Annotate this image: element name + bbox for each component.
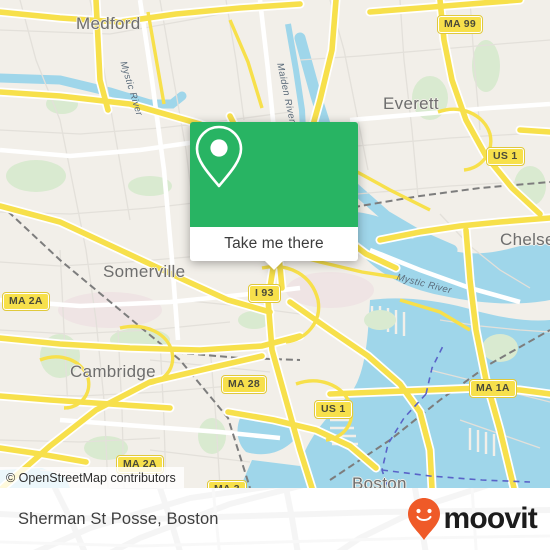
map-pin-icon xyxy=(195,125,243,188)
map-label-everett: Everett xyxy=(383,94,439,113)
osm-attribution-text: © OpenStreetMap contributors xyxy=(6,470,176,485)
map-label-boston: Boston xyxy=(352,474,407,488)
map-label-cambridge: Cambridge xyxy=(70,362,156,381)
moovit-map-screenshot: Medford Everett Chelsea Somerville Cambr… xyxy=(0,0,550,550)
osm-attribution[interactable]: © OpenStreetMap contributors xyxy=(0,467,184,488)
road-shield-ma-28: MA 28 xyxy=(220,375,268,394)
road-shield-i-93: I 93 xyxy=(248,284,281,303)
popup-pointer-tail xyxy=(265,261,283,270)
road-shield-ma-3: MA 3 xyxy=(207,480,247,488)
road-shield-ma-99: MA 99 xyxy=(436,15,484,34)
footer-bar: Sherman St Posse, Boston moovit xyxy=(0,488,550,550)
moovit-wordmark: moovit xyxy=(443,502,537,535)
road-shield-us-1: US 1 xyxy=(486,147,525,166)
map-label-somerville: Somerville xyxy=(103,262,186,281)
map-label-medford: Medford xyxy=(76,14,141,33)
location-title: Sherman St Posse, Boston xyxy=(18,509,219,528)
moovit-logo[interactable]: moovit xyxy=(407,488,538,550)
popup-marker-panel xyxy=(190,122,358,227)
map-label-chelsea: Chelsea xyxy=(500,230,550,249)
road-shield-ma-2a: MA 2A xyxy=(2,292,50,311)
take-me-there-button[interactable]: Take me there xyxy=(224,235,324,253)
moovit-pin-smiley-icon xyxy=(408,498,441,540)
popup-action-panel[interactable]: Take me there xyxy=(190,227,358,270)
map-urban-area-2 xyxy=(58,292,162,328)
location-popup-card[interactable]: Take me there xyxy=(190,122,358,270)
road-shield-us-1-south: US 1 xyxy=(314,400,353,419)
road-shield-ma-1a: MA 1A xyxy=(469,379,517,398)
map-canvas[interactable]: Medford Everett Chelsea Somerville Cambr… xyxy=(0,0,550,488)
